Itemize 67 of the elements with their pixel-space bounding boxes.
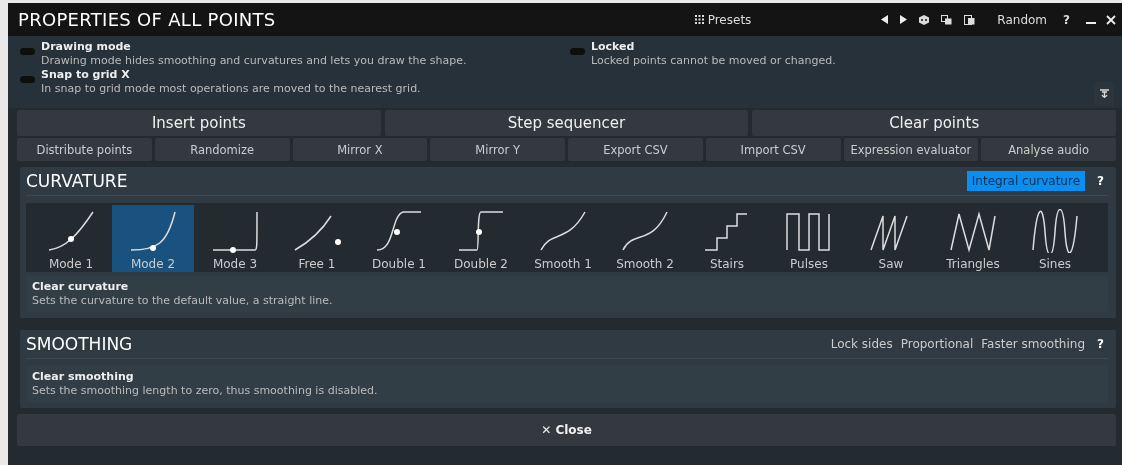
previous-icon[interactable] — [881, 15, 889, 24]
tool-button[interactable]: Import CSV — [705, 138, 841, 161]
random-button[interactable]: Random — [997, 12, 1048, 27]
curve-icon — [46, 209, 96, 253]
paste-icon[interactable] — [964, 14, 976, 25]
action-button[interactable]: Step sequencer — [384, 110, 749, 136]
curve-icon — [210, 209, 260, 253]
curve-mode-button[interactable]: Double 2 — [440, 205, 522, 272]
curve-icon — [456, 209, 506, 253]
close-button[interactable]: ✕ Close — [17, 414, 1116, 446]
curve-mode-button[interactable]: Smooth 2 — [604, 205, 686, 272]
curve-mode-button[interactable]: Mode 2 — [112, 205, 194, 272]
curve-mode-button[interactable]: Triangles — [932, 205, 1014, 272]
next-icon[interactable] — [900, 15, 908, 24]
info-title: Clear curvature — [32, 280, 130, 294]
curve-mode-button[interactable]: Mode 3 — [194, 205, 276, 272]
toggle-description: In snap to grid mode most operations are moved to the nearest grid. — [41, 82, 421, 96]
curve-mode-button[interactable]: Smooth 1 — [522, 205, 604, 272]
presets-button[interactable]: Presets — [694, 12, 752, 27]
toggle-description: Locked points cannot be moved or changed. — [591, 54, 836, 68]
curve-icon — [1030, 209, 1080, 253]
toggle-switch[interactable] — [20, 76, 35, 83]
tool-button[interactable]: Randomize — [154, 138, 290, 161]
info-title: Clear smoothing — [32, 370, 135, 384]
help-button[interactable]: ? — [1093, 174, 1108, 188]
pin-button[interactable] — [1094, 82, 1114, 106]
tool-button[interactable]: Distribute points — [17, 138, 152, 161]
section-title: CURVATURE — [26, 171, 128, 191]
tool-button[interactable]: Analyse audio — [981, 138, 1116, 161]
tool-button[interactable]: Expression evaluator — [843, 138, 979, 161]
curve-icon — [374, 209, 424, 253]
pin-icon — [1099, 89, 1109, 99]
option-button[interactable]: Faster smoothing — [981, 337, 1086, 351]
curve-mode-button[interactable]: Double 1 — [358, 205, 440, 272]
toggle-switch[interactable] — [20, 48, 35, 55]
curve-mode-button[interactable]: Sines — [1014, 205, 1096, 272]
tool-button[interactable]: Mirror Y — [430, 138, 565, 161]
curve-icon — [620, 209, 670, 253]
curve-mode-button[interactable]: Pulses — [768, 205, 850, 272]
toggle-description: Drawing mode hides smoothing and curvatures and lets you draw the shape. — [41, 54, 467, 68]
tool-button[interactable]: Export CSV — [568, 138, 703, 161]
toggle-label: Locked — [591, 40, 636, 54]
action-button[interactable]: Clear points — [752, 110, 1116, 136]
copy-icon[interactable] — [941, 14, 953, 25]
curve-mode-button[interactable]: Saw — [850, 205, 932, 272]
help-button[interactable]: ? — [1093, 337, 1108, 351]
toggle-label: Drawing mode — [41, 40, 132, 54]
curve-icon — [538, 209, 588, 253]
action-button[interactable]: Insert points — [17, 110, 381, 136]
curve-icon — [128, 209, 178, 253]
integral-curvature-button[interactable]: Integral curvature — [966, 171, 1086, 191]
toggle-label: Snap to grid X — [41, 68, 131, 82]
section-title: SMOOTHING — [26, 334, 133, 354]
curve-mode-button[interactable]: Free 1 — [276, 205, 358, 272]
info-text: Sets the smoothing length to zero, thus smoothing is disabled. — [32, 384, 379, 398]
curve-mode-button[interactable]: Mode 1 — [30, 205, 112, 272]
curve-mode-button[interactable]: Stairs — [686, 205, 768, 272]
option-button[interactable]: Lock sides — [830, 337, 893, 351]
tool-button[interactable]: Mirror X — [292, 138, 428, 161]
grid-icon — [694, 15, 704, 24]
option-button[interactable]: Proportional — [900, 337, 974, 351]
toggle-switch[interactable] — [570, 48, 585, 55]
close-icon[interactable] — [1106, 14, 1116, 25]
window-title: PROPERTIES OF ALL POINTS — [18, 9, 276, 30]
dice-icon[interactable] — [919, 14, 930, 25]
help-button[interactable]: ? — [1063, 12, 1070, 27]
info-text: Sets the curvature to the default value, a straight line. — [32, 294, 334, 308]
